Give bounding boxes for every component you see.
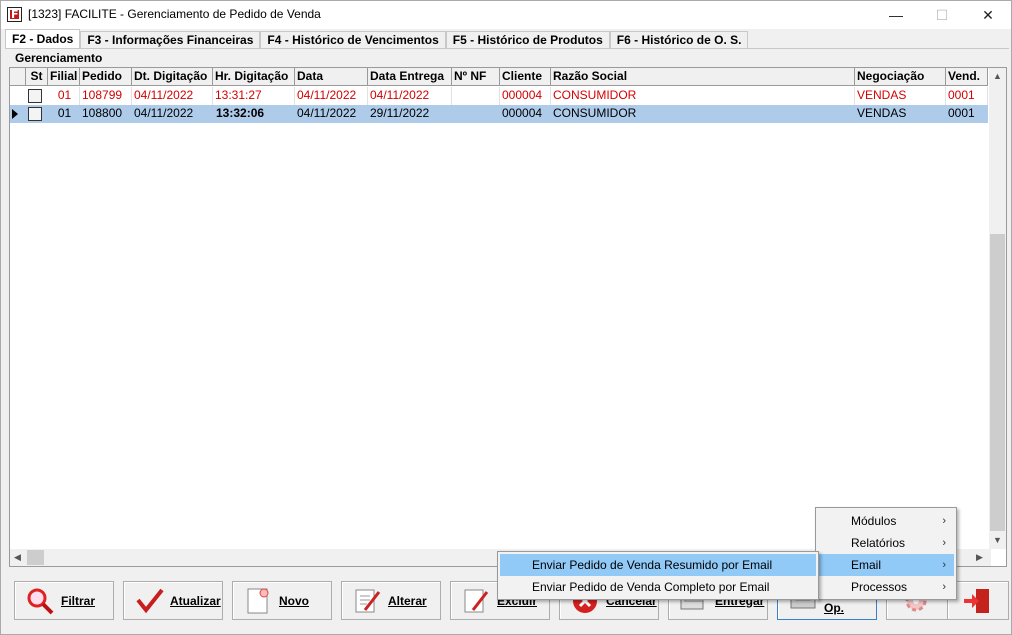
vertical-scroll-thumb[interactable] [990, 234, 1005, 531]
checkmark-icon [134, 586, 164, 616]
menu-item-email-label: Email [851, 558, 882, 572]
group-label: Gerenciamento [15, 51, 103, 65]
cell-cliente: 000004 [500, 105, 551, 123]
title-bar: F [1323] FACILITE - Gerenciamento de Ped… [1, 1, 1011, 29]
window-title: [1323] FACILITE - Gerenciamento de Pedid… [28, 7, 321, 21]
table-row-selected[interactable]: 01 108800 04/11/2022 13:32:06 04/11/2022… [10, 105, 988, 123]
row-indicator-icon [12, 109, 18, 119]
cell-data-entrega: 04/11/2022 [368, 87, 452, 105]
cell-vend: 0001 [946, 87, 988, 105]
col-pedido[interactable]: Pedido [80, 68, 132, 86]
col-filial[interactable]: Filial [48, 68, 80, 86]
cell-data-entrega: 29/11/2022 [368, 105, 452, 123]
menu-item-enviar-completo[interactable]: Enviar Pedido de Venda Completo por Emai… [500, 576, 816, 598]
col-razao-social[interactable]: Razão Social [551, 68, 855, 86]
cell-data: 04/11/2022 [295, 87, 368, 105]
menu-item-processos-label: Processos [851, 580, 908, 594]
close-button[interactable]: ✕ [965, 1, 1011, 29]
chevron-right-icon: › [942, 537, 946, 549]
novo-button[interactable]: Novo [232, 581, 332, 620]
email-submenu: Enviar Pedido de Venda Resumido por Emai… [497, 551, 819, 600]
menu-item-enviar-resumido[interactable]: Enviar Pedido de Venda Resumido por Emai… [500, 554, 816, 576]
cell-filial: 01 [48, 87, 80, 105]
cell-negociacao: VENDAS [855, 87, 946, 105]
chevron-right-icon: › [942, 559, 946, 571]
col-cliente[interactable]: Cliente [500, 68, 551, 86]
menu-item-modulos-label: Módulos [851, 514, 897, 528]
col-data-entrega[interactable]: Data Entrega [368, 68, 452, 86]
filtrar-button[interactable]: Filtrar [14, 581, 114, 620]
menu-item-processos[interactable]: Processos › [818, 576, 954, 598]
cell-data: 04/11/2022 [295, 105, 368, 123]
status-checkbox[interactable] [28, 107, 42, 121]
cell-dt-digitacao: 04/11/2022 [132, 87, 213, 105]
col-negociacao[interactable]: Negociação [855, 68, 946, 86]
cell-razao-social: CONSUMIDOR [551, 105, 855, 123]
novo-label: Novo [279, 593, 309, 608]
vertical-scrollbar[interactable]: ▲ ▼ [989, 68, 1006, 549]
main-window: F [1323] FACILITE - Gerenciamento de Ped… [0, 0, 1012, 635]
new-document-icon [243, 586, 273, 616]
cell-hr-digitacao: 13:31:27 [213, 87, 295, 105]
delete-document-icon [461, 586, 491, 616]
table-row[interactable]: 01 108799 04/11/2022 13:31:27 04/11/2022… [10, 87, 988, 105]
menu-item-email[interactable]: Email › [818, 554, 954, 576]
cell-negociacao: VENDAS [855, 105, 946, 123]
scroll-down-icon[interactable]: ▼ [993, 535, 1002, 545]
exit-door-icon [962, 586, 992, 616]
col-st[interactable]: St [26, 68, 48, 86]
cell-razao-social: CONSUMIDOR [551, 87, 855, 105]
filtrar-label: Filtrar [61, 593, 96, 608]
minimize-button[interactable]: — [873, 1, 919, 29]
col-nf[interactable]: Nº NF [452, 68, 500, 86]
tab-informacoes-financeiras[interactable]: F3 - Informações Financeiras [80, 31, 261, 49]
tab-bar: F2 - Dados F3 - Informações Financeiras … [5, 29, 749, 49]
cell-filial: 01 [48, 105, 80, 123]
magnifier-icon [25, 586, 55, 616]
col-data[interactable]: Data [295, 68, 368, 86]
cell-pedido: 108799 [80, 87, 132, 105]
status-checkbox[interactable] [28, 89, 42, 103]
grid-header: St Filial Pedido Dt. Digitação Hr. Digit… [10, 68, 988, 86]
chevron-right-icon: › [942, 515, 946, 527]
menu-item-relatorios[interactable]: Relatórios › [818, 532, 954, 554]
col-dt-digitacao[interactable]: Dt. Digitação [132, 68, 213, 86]
tab-divider [5, 48, 1009, 49]
scroll-right-icon[interactable]: ▶ [976, 552, 983, 563]
cell-dt-digitacao: 04/11/2022 [132, 105, 213, 123]
scroll-up-icon[interactable]: ▲ [993, 71, 1002, 81]
orders-grid[interactable]: St Filial Pedido Dt. Digitação Hr. Digit… [9, 67, 1007, 567]
horizontal-scroll-thumb[interactable] [27, 550, 44, 565]
alterar-label: Alterar [388, 593, 427, 608]
alterar-button[interactable]: Alterar [341, 581, 441, 620]
cell-pedido: 108800 [80, 105, 132, 123]
col-vend[interactable]: Vend. [946, 68, 988, 86]
tab-historico-vencimentos[interactable]: F4 - Histórico de Vencimentos [260, 31, 446, 49]
cell-cliente: 000004 [500, 87, 551, 105]
chevron-right-icon: › [942, 581, 946, 593]
app-icon: F [7, 7, 22, 22]
cell-vend: 0001 [946, 105, 988, 123]
col-indicator [10, 68, 26, 86]
tab-historico-produtos[interactable]: F5 - Histórico de Produtos [445, 31, 610, 49]
cell-nf [452, 105, 500, 123]
context-menu: Módulos › Relatórios › Email › Processos › [815, 507, 957, 600]
col-hr-digitacao[interactable]: Hr. Digitação [213, 68, 295, 86]
cell-nf [452, 87, 500, 105]
tab-dados[interactable]: F2 - Dados [5, 29, 81, 49]
atualizar-button[interactable]: Atualizar [123, 581, 223, 620]
scroll-left-icon[interactable]: ◀ [14, 552, 21, 563]
tab-historico-os[interactable]: F6 - Histórico de O. S. [609, 31, 749, 49]
edit-document-icon [352, 586, 382, 616]
menu-item-relatorios-label: Relatórios [851, 536, 906, 550]
app-icon-letter: F [11, 8, 19, 21]
atualizar-label: Atualizar [170, 593, 221, 608]
menu-item-modulos[interactable]: Módulos › [818, 510, 954, 532]
maximize-button[interactable]: ☐ [919, 1, 965, 29]
cell-hr-digitacao: 13:32:06 [213, 105, 295, 123]
